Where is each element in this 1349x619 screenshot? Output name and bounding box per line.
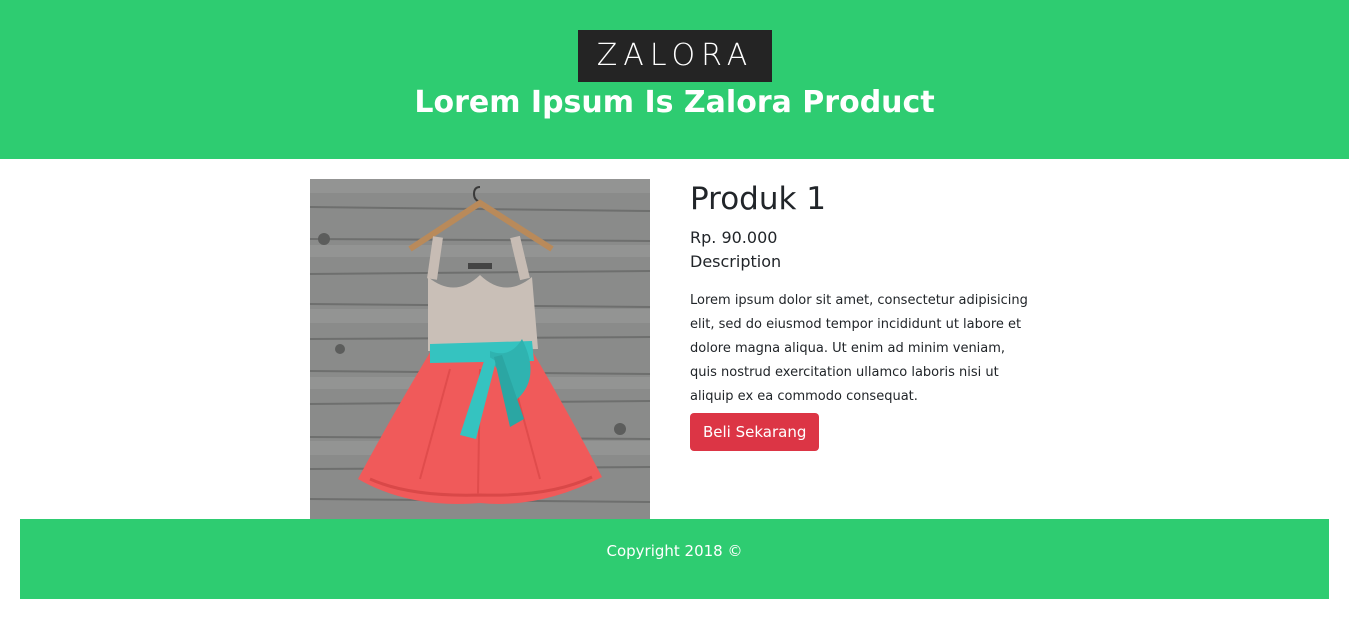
product-name: Produk 1	[690, 181, 827, 217]
product-price: Rp. 90.000	[690, 228, 778, 247]
dress-image-illustration	[310, 179, 650, 519]
zalora-logo[interactable]: ZALORA	[578, 30, 772, 82]
product-image	[310, 179, 650, 519]
footer: Copyright 2018 ©	[20, 519, 1329, 599]
buy-now-button[interactable]: Beli Sekarang	[690, 413, 820, 451]
copyright-text: Copyright 2018 ©	[606, 542, 743, 560]
product-description: Lorem ipsum dolor sit amet, consectetur …	[690, 293, 1028, 404]
description-label: Description	[690, 252, 782, 271]
product-details: Produk 1 Rp. 90.000 Description Lorem ip…	[690, 180, 1030, 451]
header-banner: ZALORA Lorem Ipsum Is Zalora Product	[0, 0, 1349, 159]
page-title: Lorem Ipsum Is Zalora Product	[414, 85, 935, 120]
